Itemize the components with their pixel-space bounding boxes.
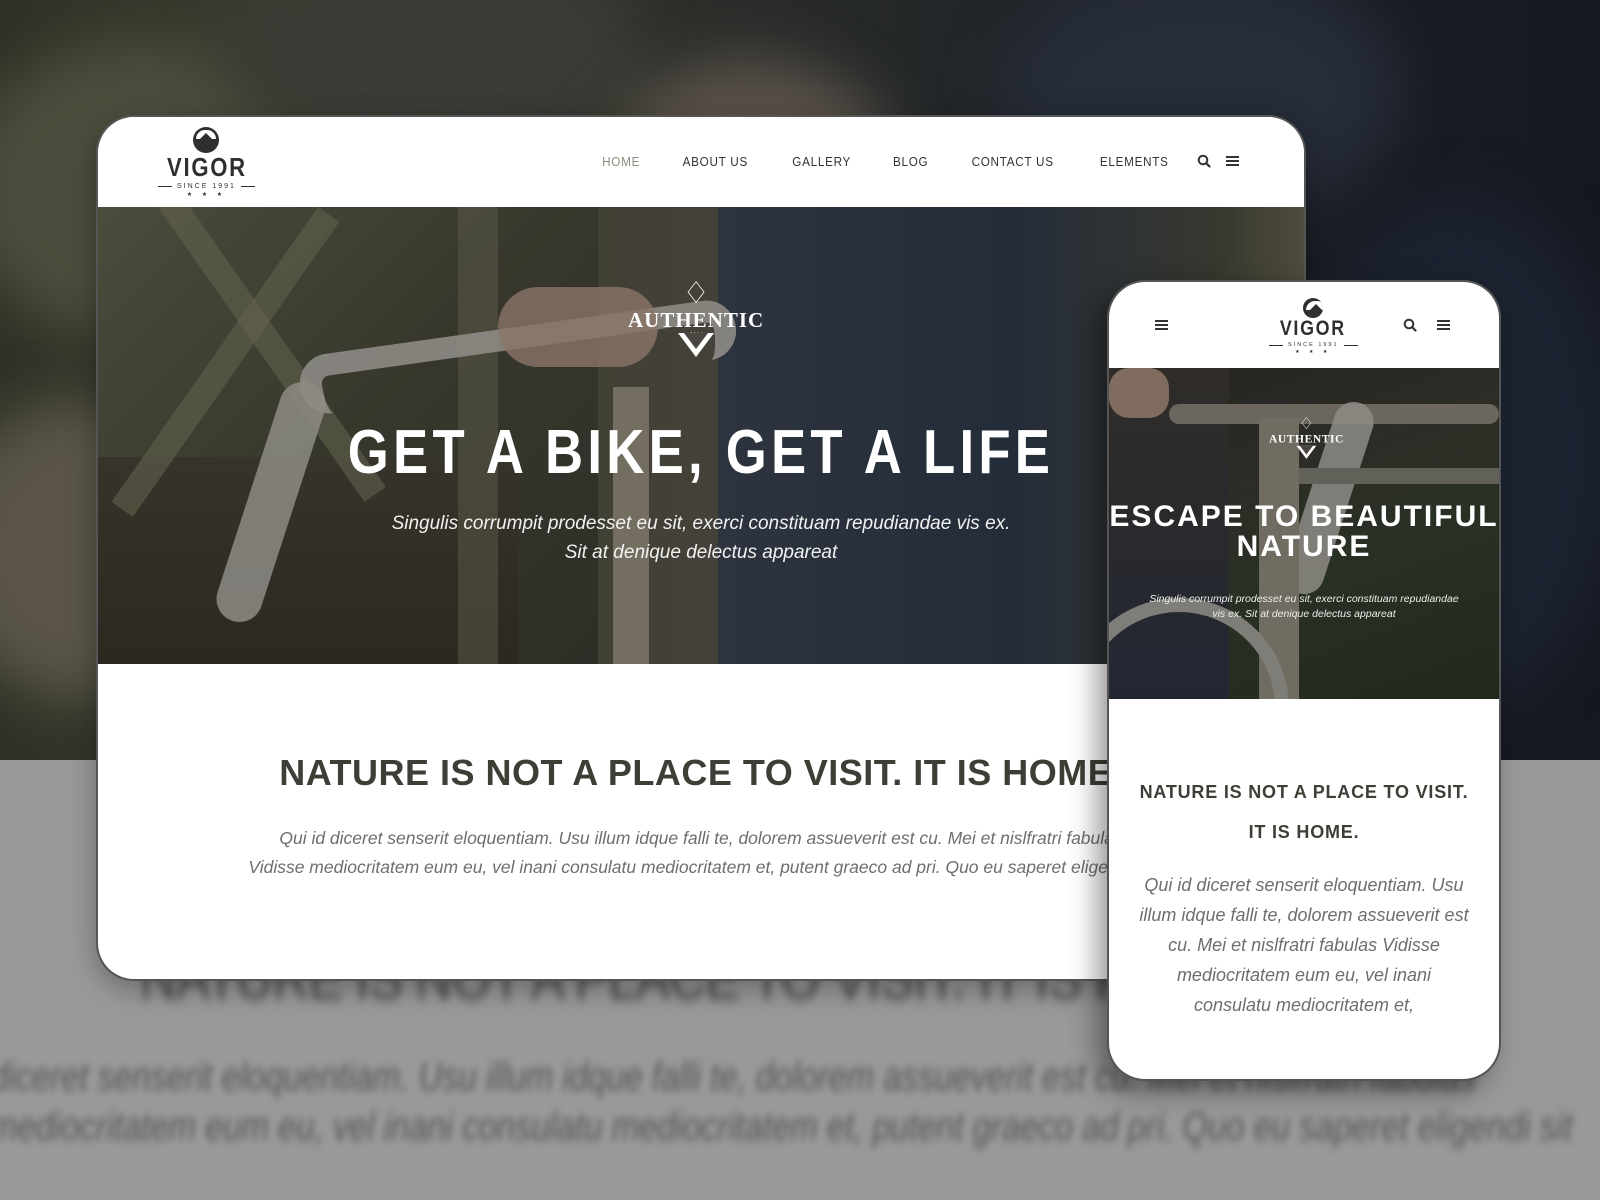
authentic-badge: ♢ AUTHENTIC 2014	[628, 279, 764, 357]
nav-item-contact-us[interactable]: CONTACT US	[972, 154, 1054, 169]
search-icon[interactable]	[1402, 317, 1418, 333]
nav-item-gallery[interactable]: GALLERY	[792, 154, 851, 169]
menu-icon[interactable]	[1435, 317, 1451, 333]
triangle-icon	[678, 333, 715, 357]
triangle-icon	[1296, 445, 1317, 459]
mountain-logo-icon	[193, 127, 220, 153]
nav-item-home[interactable]: HOME	[602, 154, 640, 169]
search-icon[interactable]	[1196, 153, 1212, 169]
mobile-header: VIGOR SINCE 1991 ★ ★ ★	[1109, 282, 1499, 368]
menu-icon[interactable]	[1153, 317, 1169, 333]
nav-item-blog[interactable]: BLOG	[893, 154, 928, 169]
hero-title: GET A BIKE, GET A LIFE	[347, 418, 1055, 487]
badge-word: AUTHENTIC	[628, 308, 765, 332]
mobile-section-title: NATURE IS NOT A PLACE TO VISIT. IT IS HO…	[1139, 782, 1469, 842]
mobile-hero: ♢ AUTHENTIC 2014 ESCAPE TO BEAUTIFUL NAT…	[1109, 368, 1499, 699]
nav-item-elements[interactable]: ELEMENTS	[1099, 154, 1168, 169]
background-blurred-text: mediocritatem eum eu, vel inani consulat…	[0, 1105, 1573, 1149]
brand-logo[interactable]: VIGOR SINCE 1991 ★ ★ ★	[158, 127, 255, 198]
brand-stars: ★ ★ ★	[186, 192, 227, 198]
brand-logo[interactable]: VIGOR SINCE 1991 ★ ★ ★	[1269, 298, 1358, 355]
menu-icon[interactable]	[1224, 153, 1240, 169]
mobile-mockup: VIGOR SINCE 1991 ★ ★ ★ ♢ AUTHENTIC 2014 …	[1109, 282, 1499, 1079]
nav-item-about-us[interactable]: ABOUT US	[683, 154, 748, 169]
badge-word: AUTHENTIC	[1269, 431, 1344, 446]
brand-tagline: SINCE 1991	[158, 183, 255, 190]
main-nav: HOME ABOUT US GALLERY BLOG CONTACT US EL…	[563, 153, 1240, 169]
mobile-hero-subtitle: Singulis corrumpit prodesset eu sit, exe…	[1149, 593, 1459, 620]
authentic-badge: ♢ AUTHENTIC 2014	[1269, 416, 1344, 459]
brand-tagline: SINCE 1991	[1269, 342, 1358, 348]
mobile-section-text: Qui id diceret senserit eloquentiam. Usu…	[1139, 875, 1469, 1015]
mountain-logo-icon	[1303, 298, 1324, 318]
brand-stars: ★ ★ ★	[1295, 349, 1332, 355]
desktop-header: VIGOR SINCE 1991 ★ ★ ★ HOME ABOUT US GAL…	[98, 117, 1304, 207]
mobile-hero-title: ESCAPE TO BEAUTIFUL NATURE	[1109, 500, 1499, 563]
diamond-antler-icon: ♢	[682, 277, 710, 310]
brand-name: VIGOR	[1280, 317, 1347, 340]
brand-name: VIGOR	[166, 152, 247, 182]
diamond-antler-icon: ♢	[1299, 414, 1314, 434]
